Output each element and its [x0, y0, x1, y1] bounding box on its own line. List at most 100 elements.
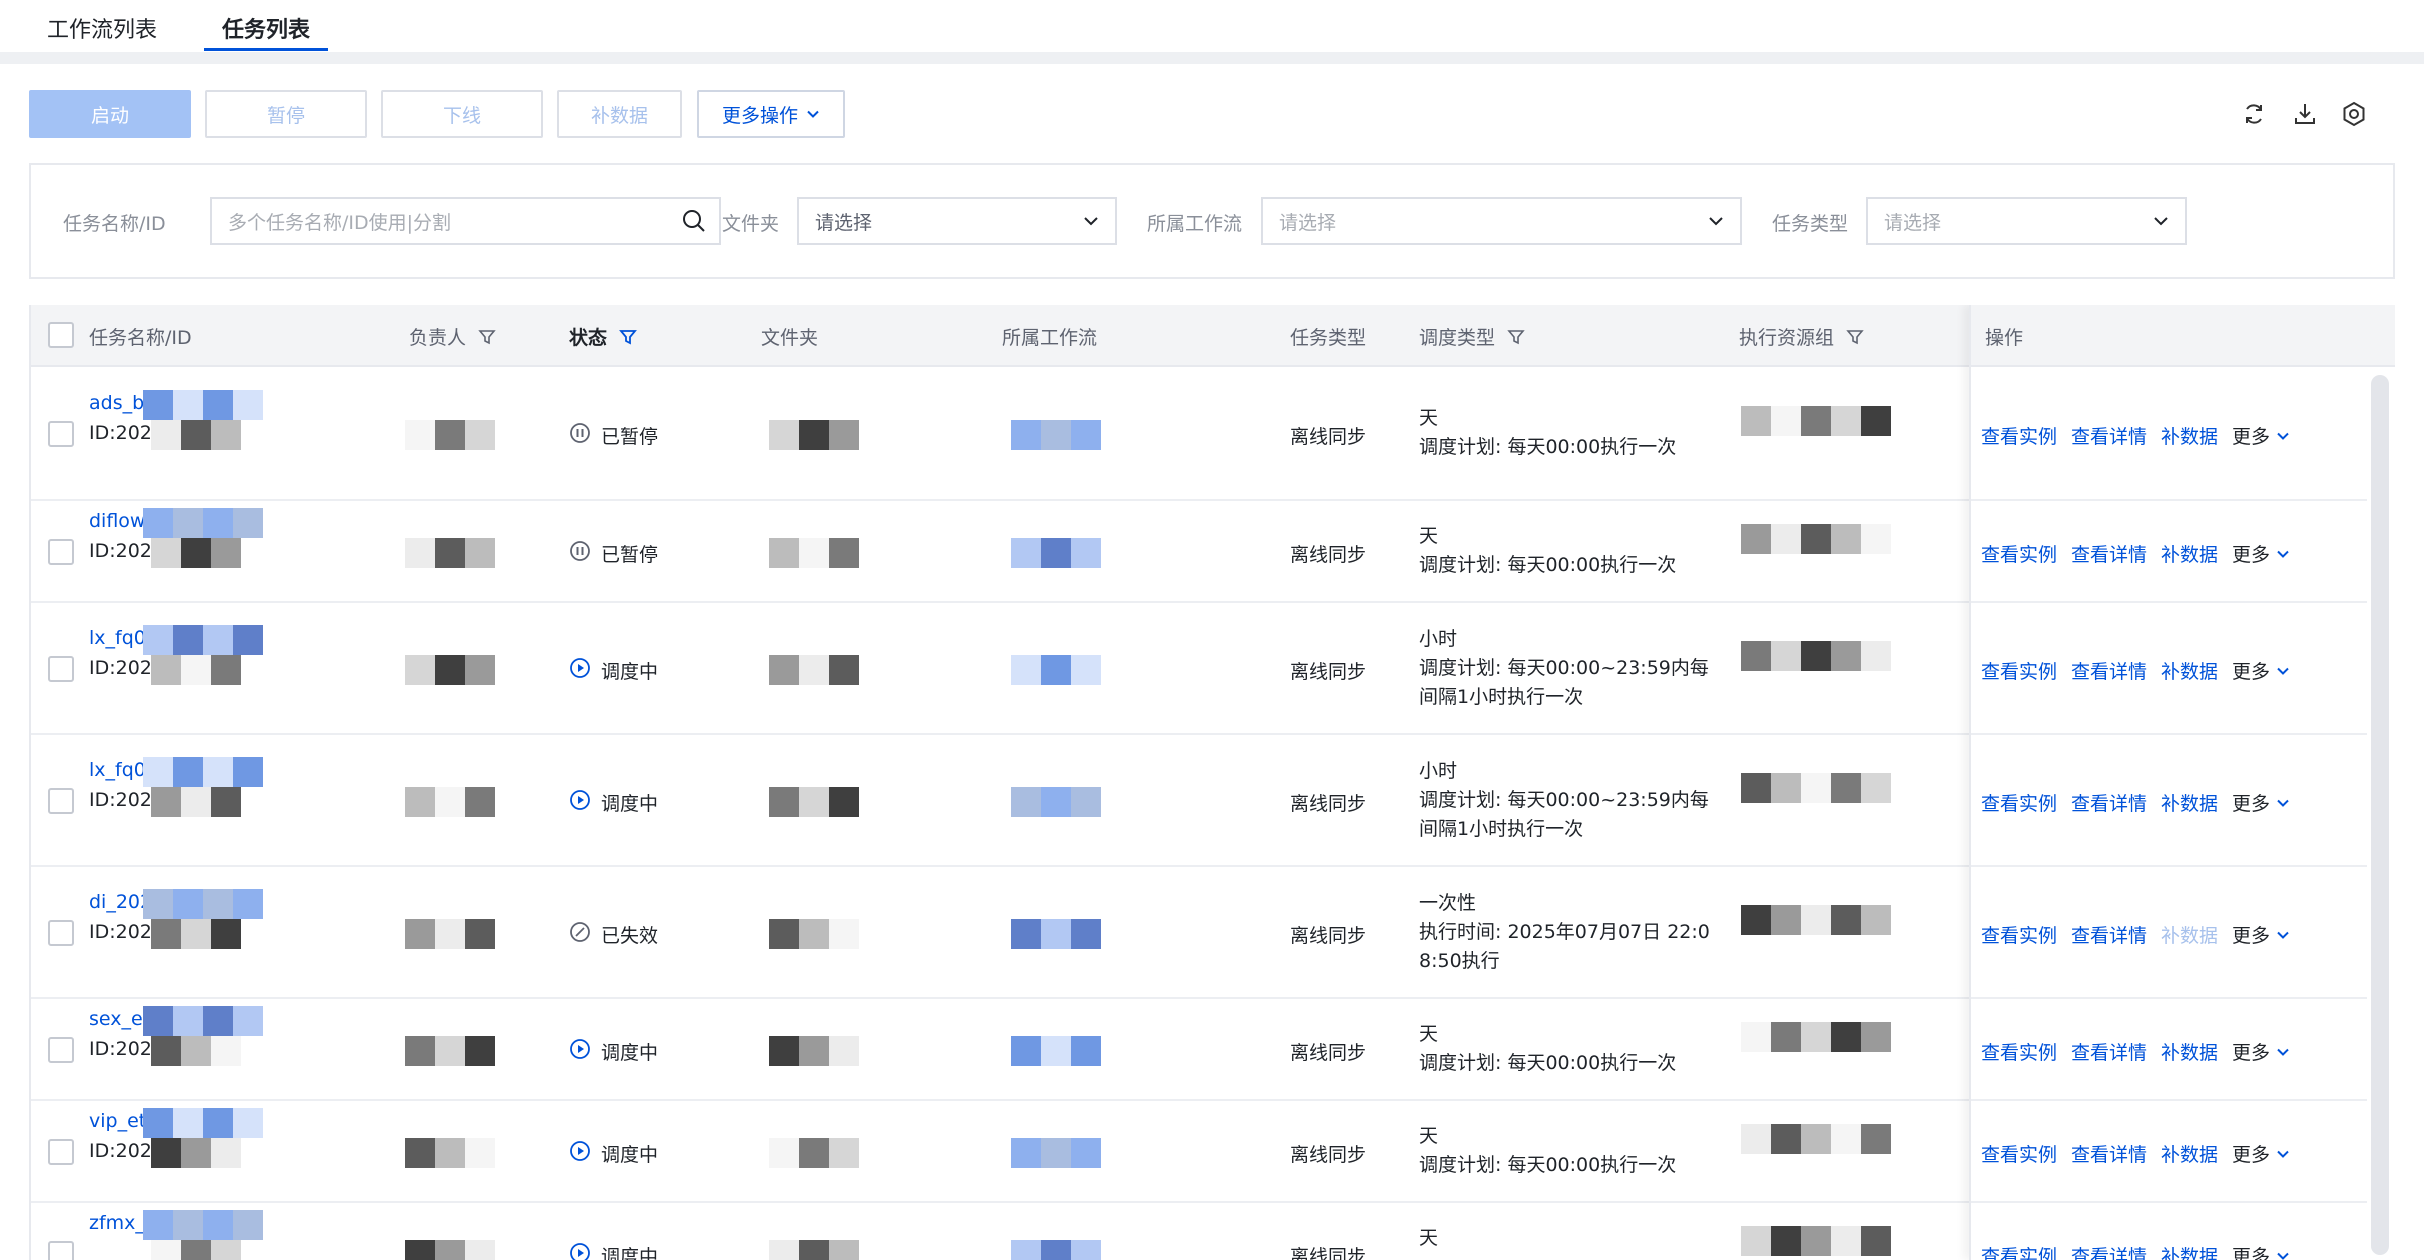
backfill-link[interactable]: 补数据 [2161, 657, 2218, 684]
backfill-link[interactable]: 补数据 [2161, 422, 2218, 449]
task-type: 离线同步 [1290, 426, 1367, 448]
row-actions: 查看实例 查看详情 补数据 更多 [1981, 422, 2290, 449]
schedule-cycle: 天 [1419, 1125, 1439, 1147]
filter-icon[interactable] [1846, 328, 1864, 346]
masked-resource-group-block [1741, 1124, 1891, 1154]
view-details-link[interactable]: 查看详情 [2071, 921, 2147, 948]
table-row[interactable]: lx_fq04 ID:202 调度中 离线同步 小时 调度计划: 每天00:00… [31, 603, 2395, 735]
masked-owner-block [405, 1138, 495, 1168]
more-dropdown[interactable]: 更多 [2232, 921, 2290, 948]
more-dropdown[interactable]: 更多 [2232, 422, 2290, 449]
task-type: 离线同步 [1290, 1042, 1367, 1064]
more-dropdown[interactable]: 更多 [2232, 657, 2290, 684]
backfill-link[interactable]: 补数据 [2161, 921, 2218, 948]
more-dropdown[interactable]: 更多 [2232, 1038, 2290, 1065]
row-checkbox[interactable] [48, 1139, 74, 1165]
workflow-select[interactable]: 请选择 [1261, 197, 1742, 245]
row-checkbox[interactable] [48, 539, 74, 565]
status-text: 调度中 [601, 1246, 659, 1260]
view-details-link[interactable]: 查看详情 [2071, 1140, 2147, 1167]
view-details-link[interactable]: 查看详情 [2071, 657, 2147, 684]
view-details-link[interactable]: 查看详情 [2071, 422, 2147, 449]
backfill-link[interactable]: 补数据 [2161, 540, 2218, 567]
view-instances-link[interactable]: 查看实例 [1981, 422, 2057, 449]
view-instances-link[interactable]: 查看实例 [1981, 789, 2057, 816]
row-checkbox[interactable] [48, 1241, 74, 1260]
view-details-link[interactable]: 查看详情 [2071, 540, 2147, 567]
backfill-link[interactable]: 补数据 [2161, 1038, 2218, 1065]
more-label: 更多 [2232, 1144, 2271, 1166]
row-actions: 查看实例 查看详情 补数据 更多 [1981, 1140, 2290, 1167]
task-name-search-input[interactable]: 多个任务名称/ID使用|分割 [210, 197, 721, 245]
task-name-link[interactable]: lx_fq0 [89, 759, 146, 781]
view-instances-link[interactable]: 查看实例 [1981, 540, 2057, 567]
chevron-down-icon [2277, 931, 2289, 939]
schedule-plan: 调度计划: 每天00:00执行一次 [1419, 554, 1677, 576]
more-label: 更多 [2232, 925, 2271, 947]
masked-folder-block [769, 420, 859, 450]
backfill-button[interactable]: 补数据 [557, 90, 682, 138]
table-row[interactable]: vip_etl ID:2025 调度中 离线同步 天 调度计划: 每天00:00… [31, 1101, 2395, 1203]
backfill-link[interactable]: 补数据 [2161, 1242, 2218, 1260]
start-button[interactable]: 启动 [29, 90, 191, 138]
row-actions: 查看实例 查看详情 补数据 更多 [1981, 540, 2290, 567]
backfill-link[interactable]: 补数据 [2161, 1140, 2218, 1167]
masked-folder-block [769, 1138, 859, 1168]
tabs-divider [0, 52, 2424, 64]
row-checkbox[interactable] [48, 920, 74, 946]
row-checkbox[interactable] [48, 1037, 74, 1063]
more-label: 更多 [2232, 544, 2271, 566]
more-dropdown[interactable]: 更多 [2232, 1140, 2290, 1167]
task-name-link[interactable]: sex_et [89, 1008, 150, 1030]
more-dropdown[interactable]: 更多 [2232, 1242, 2290, 1260]
tab-task-list[interactable]: 任务列表 [222, 12, 310, 44]
row-checkbox[interactable] [48, 788, 74, 814]
select-all-checkbox[interactable] [48, 322, 74, 348]
schedule-cycle: 小时 [1419, 628, 1458, 650]
download-icon[interactable] [2291, 100, 2319, 128]
table-row[interactable]: lx_fq0 ID:202 调度中 离线同步 小时 调度计划: 每天00:00~… [31, 735, 2395, 867]
pause-button[interactable]: 暂停 [205, 90, 367, 138]
filter-icon[interactable] [619, 328, 637, 346]
view-instances-link[interactable]: 查看实例 [1981, 921, 2057, 948]
col-schedule-type: 调度类型 [1419, 323, 1525, 350]
view-details-link[interactable]: 查看详情 [2071, 1242, 2147, 1260]
view-details-link[interactable]: 查看详情 [2071, 789, 2147, 816]
masked-id-block [151, 1036, 241, 1066]
row-actions: 查看实例 查看详情 补数据 更多 [1981, 1242, 2290, 1260]
vertical-scrollbar[interactable] [2371, 375, 2389, 1255]
tab-workflow-list[interactable]: 工作流列表 [47, 12, 157, 44]
settings-icon[interactable] [2340, 100, 2368, 128]
row-checkbox[interactable] [48, 421, 74, 447]
more-actions-label: 更多操作 [721, 104, 798, 127]
col-resource-group: 执行资源组 [1739, 323, 1864, 350]
view-instances-link[interactable]: 查看实例 [1981, 657, 2057, 684]
backfill-link[interactable]: 补数据 [2161, 789, 2218, 816]
filter-icon[interactable] [1507, 328, 1525, 346]
table-row[interactable]: sex_et ID:202 调度中 离线同步 天 调度计划: 每天00:00执行… [31, 999, 2395, 1101]
view-details-link[interactable]: 查看详情 [2071, 1038, 2147, 1065]
table-row[interactable]: diflow1 ID:2025 已暂停 离线同步 天 调度计划: 每天00:00… [31, 501, 2395, 603]
more-dropdown[interactable]: 更多 [2232, 540, 2290, 567]
search-icon[interactable] [681, 208, 707, 234]
offline-button[interactable]: 下线 [381, 90, 543, 138]
refresh-icon[interactable] [2240, 100, 2268, 128]
chevron-down-icon [1084, 217, 1098, 226]
task-id: ID:202 [89, 921, 152, 943]
masked-resource-group-block [1741, 1022, 1891, 1052]
schedule-plan: 调度计划: 每天00:00执行一次 [1419, 436, 1677, 458]
filter-icon[interactable] [478, 328, 496, 346]
status-text: 调度中 [601, 793, 659, 815]
view-instances-link[interactable]: 查看实例 [1981, 1140, 2057, 1167]
view-instances-link[interactable]: 查看实例 [1981, 1038, 2057, 1065]
row-checkbox[interactable] [48, 656, 74, 682]
more-actions-button[interactable]: 更多操作 [697, 90, 845, 138]
table-row[interactable]: di_202 ID:202 已失效 离线同步 一次性 执行时间: 2025年07… [31, 867, 2395, 999]
table-row[interactable]: ads_bill ID:2024 已暂停 离线同步 天 调度计划: 每天00:0… [31, 367, 2395, 501]
view-instances-link[interactable]: 查看实例 [1981, 1242, 2057, 1260]
table-row[interactable]: zfmx_et 调度中 离线同步 天 查看实例 查看详情 补数据 更多 [31, 1203, 2395, 1260]
task-type-select[interactable]: 请选择 [1866, 197, 2187, 245]
col-actions: 操作 [1985, 327, 2024, 349]
folder-select[interactable]: 请选择 [797, 197, 1117, 245]
more-dropdown[interactable]: 更多 [2232, 789, 2290, 816]
